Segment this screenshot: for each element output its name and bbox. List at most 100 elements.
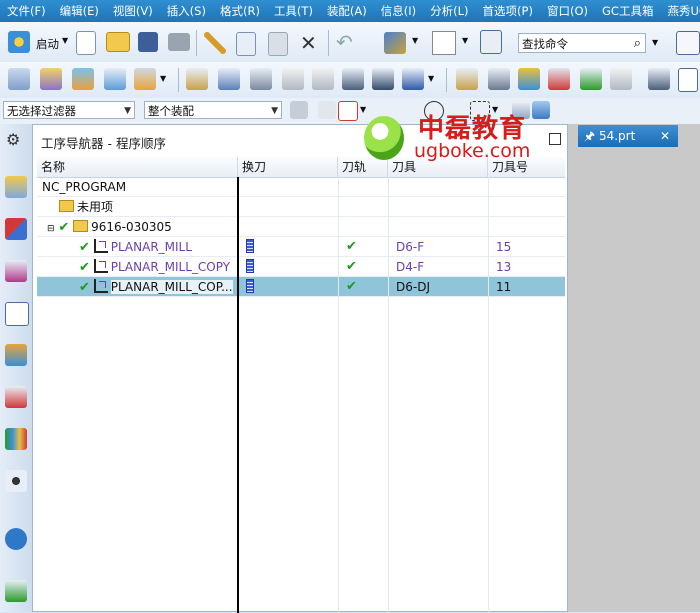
tool-number-cell: 15 xyxy=(496,240,512,254)
folder-icon xyxy=(73,220,89,232)
paste-icon[interactable] xyxy=(268,32,288,56)
panel-title: 工序导航器 - 程序顺序 xyxy=(41,136,166,151)
row-name-cell: ⊟ ✔ 9616-030305 xyxy=(43,217,172,237)
column-divider[interactable] xyxy=(237,177,239,613)
info-icon[interactable] xyxy=(5,528,27,550)
table-row[interactable]: 未用项 xyxy=(37,197,565,217)
table-row[interactable]: ⊟ ✔ 9616-030305 xyxy=(37,217,565,237)
simulate-machine-icon[interactable] xyxy=(312,68,334,90)
new-file-icon[interactable] xyxy=(76,31,96,55)
create-geometry-icon[interactable] xyxy=(72,68,94,90)
menu-window[interactable]: 窗口(O) xyxy=(540,0,595,22)
chevron-down-icon[interactable]: ▼ xyxy=(160,74,166,83)
menu-yanxiu-mold[interactable]: 燕秀UG模具6 xyxy=(660,0,700,22)
menu-analysis[interactable]: 分析(L) xyxy=(423,0,475,22)
menu-tools[interactable]: 工具(T) xyxy=(267,0,320,22)
constraint-navigator-icon[interactable] xyxy=(5,218,27,240)
save-icon[interactable] xyxy=(138,32,158,52)
document-icon[interactable] xyxy=(678,68,698,92)
menu-edit[interactable]: 编辑(E) xyxy=(53,0,106,22)
color-swatch[interactable] xyxy=(432,31,456,55)
close-icon[interactable]: ✕ xyxy=(660,125,670,147)
machine-navigator-icon[interactable] xyxy=(5,344,27,366)
tool-change-icon xyxy=(246,239,254,253)
chevron-down-icon[interactable]: ▼ xyxy=(412,36,418,45)
graphics-window[interactable] xyxy=(568,124,700,612)
check-operation-icon[interactable] xyxy=(580,68,602,90)
menu-view[interactable]: 视图(V) xyxy=(106,0,160,22)
table-row-selected[interactable]: ✔ PLANAR_MILL_COP... ✔ D6-DJ 11 xyxy=(37,277,565,297)
point-constructor-icon[interactable] xyxy=(338,101,358,121)
history-icon[interactable] xyxy=(5,428,27,450)
start-icon[interactable] xyxy=(8,31,30,53)
filter-settings-icon[interactable] xyxy=(290,101,308,119)
snap-point-icon[interactable] xyxy=(318,101,336,119)
operation-navigator-icon[interactable] xyxy=(5,302,29,326)
menu-bar: 文件(F) 编辑(E) 视图(V) 插入(S) 格式(R) 工具(T) 装配(A… xyxy=(0,0,700,22)
verify-toolpath-icon[interactable] xyxy=(282,68,304,90)
search-command-field[interactable]: 查找命令 ⌕ xyxy=(518,33,646,53)
menu-assembly[interactable]: 装配(A) xyxy=(320,0,374,22)
delete-toolpath-icon[interactable] xyxy=(342,68,364,90)
visualization-icon[interactable] xyxy=(5,470,27,492)
shop-docs-icon[interactable] xyxy=(402,68,424,90)
watermark-text-en: ugboke.com xyxy=(414,140,531,162)
column-header-tool-change[interactable]: 换刀 xyxy=(238,157,338,177)
open-folder-icon[interactable] xyxy=(106,32,130,52)
assembly-scope-select[interactable]: 整个装配 ▼ xyxy=(144,101,282,119)
cut-icon[interactable] xyxy=(204,32,226,54)
web-browser-icon[interactable] xyxy=(5,580,27,602)
menu-insert[interactable]: 插入(S) xyxy=(160,0,213,22)
search-command-text: 查找命令 xyxy=(522,37,568,51)
start-button-label[interactable]: 启动 xyxy=(36,36,59,52)
gear-icon[interactable]: ⚙ xyxy=(6,130,20,149)
create-tool-icon[interactable] xyxy=(40,68,62,90)
fullscreen-icon[interactable] xyxy=(676,31,700,55)
program-order-view-icon[interactable] xyxy=(456,68,478,90)
chevron-down-icon[interactable]: ▼ xyxy=(428,74,434,83)
undo-icon[interactable]: ↶ xyxy=(336,30,353,54)
chevron-down-icon[interactable]: ▼ xyxy=(462,36,468,45)
command-finder-icon[interactable] xyxy=(384,32,406,54)
chevron-down-icon: ▼ xyxy=(271,106,278,116)
document-tab[interactable]: 🖈 54.prt ✕ xyxy=(578,125,678,147)
properties-icon[interactable] xyxy=(648,68,670,90)
batch-process-icon[interactable] xyxy=(610,68,632,90)
machine-tool-view-icon[interactable] xyxy=(488,68,510,90)
table-row[interactable]: ✔ PLANAR_MILL_COPY ✔ D4-F 13 xyxy=(37,257,565,277)
copy-icon[interactable] xyxy=(236,32,256,56)
chevron-down-icon[interactable]: ▼ xyxy=(62,36,68,45)
selection-filter-select[interactable]: 无选择过滤器 ▼ xyxy=(3,101,135,119)
list-toolpath-icon[interactable] xyxy=(250,68,272,90)
column-header-name[interactable]: 名称 xyxy=(37,157,238,177)
watermark-logo: 中磊教育 ugboke.com xyxy=(362,108,562,170)
replay-toolpath-icon[interactable] xyxy=(218,68,240,90)
search-icon[interactable]: ⌕ xyxy=(634,34,641,52)
chevron-down-icon[interactable]: ▼ xyxy=(652,38,658,47)
collapse-icon[interactable]: ⊟ xyxy=(47,224,55,234)
row-name: PLANAR_MILL_COP... xyxy=(110,280,233,294)
create-operation-icon[interactable] xyxy=(134,68,156,90)
tool-cell: D4-F xyxy=(396,260,425,274)
table-row[interactable]: NC_PROGRAM xyxy=(37,177,565,197)
info-window-icon[interactable] xyxy=(480,30,502,54)
menu-format[interactable]: 格式(R) xyxy=(213,0,267,22)
create-program-icon[interactable] xyxy=(8,68,30,90)
table-row[interactable]: ✔ PLANAR_MILL ✔ D6-F 15 xyxy=(37,237,565,257)
machining-method-view-icon[interactable] xyxy=(548,68,570,90)
menu-gc-toolkit[interactable]: GC工具箱 xyxy=(595,0,660,22)
tool-number-cell: 13 xyxy=(496,260,512,274)
menu-preferences[interactable]: 首选项(P) xyxy=(476,0,540,22)
post-process-icon[interactable] xyxy=(372,68,394,90)
part-navigator-icon[interactable] xyxy=(5,260,27,282)
delete-icon[interactable]: ✕ xyxy=(300,31,317,55)
print-icon[interactable] xyxy=(168,33,190,51)
create-method-icon[interactable] xyxy=(104,68,126,90)
menu-file[interactable]: 文件(F) xyxy=(0,0,53,22)
geometry-view-icon[interactable] xyxy=(518,68,540,90)
generate-toolpath-icon[interactable] xyxy=(186,68,208,90)
assembly-navigator-icon[interactable] xyxy=(5,176,27,198)
reuse-library-icon[interactable] xyxy=(5,386,27,408)
menu-information[interactable]: 信息(I) xyxy=(374,0,423,22)
tool-cell: D6-DJ xyxy=(396,280,430,294)
